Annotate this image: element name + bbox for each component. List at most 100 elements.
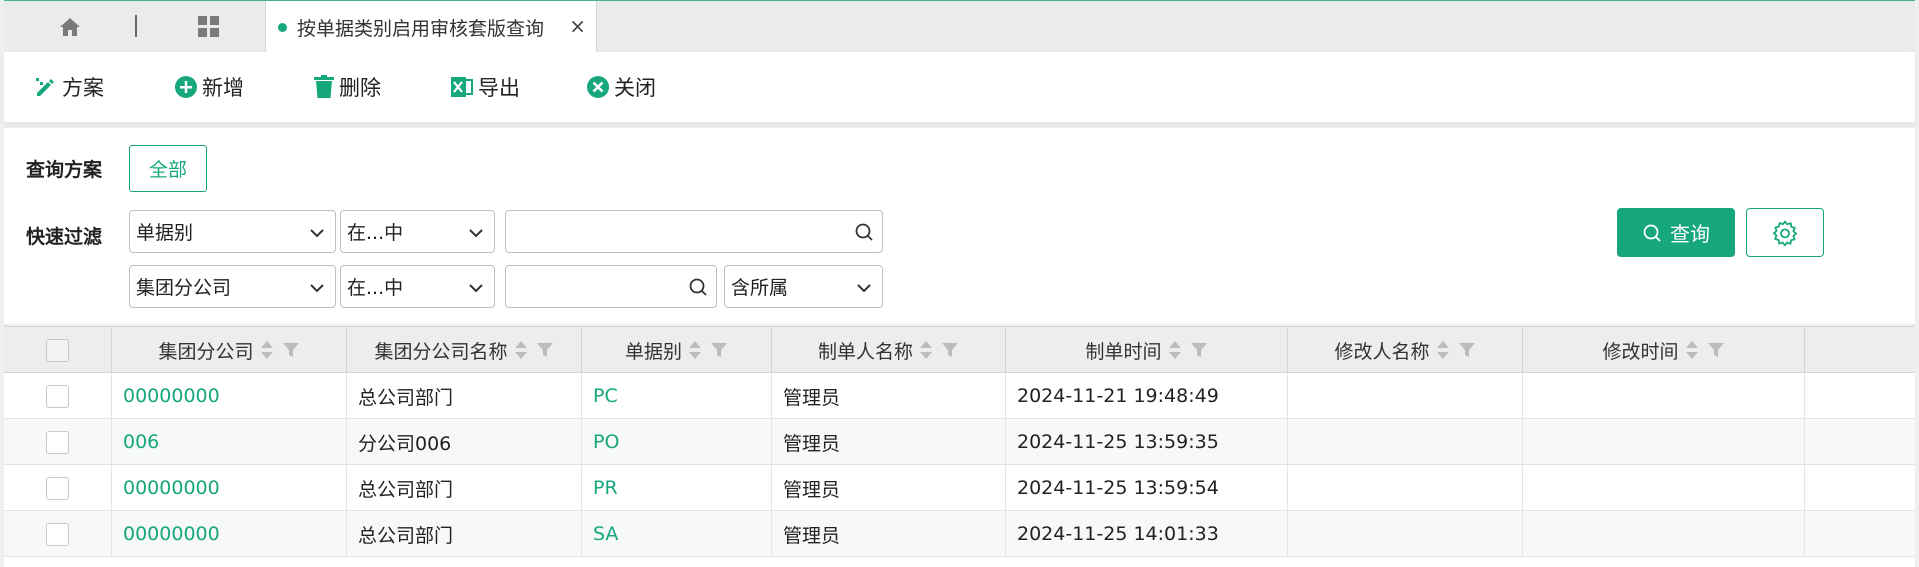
search-icon[interactable] xyxy=(854,222,874,242)
search-icon xyxy=(1643,224,1661,242)
filter-field-value-2: 集团分公司 xyxy=(136,277,232,299)
filter-icon[interactable] xyxy=(282,341,300,359)
grid-header: 集团分公司 集团分公司名称 单据别 制单人名称 制单时间 修改人名称 修改时间 xyxy=(4,326,1915,373)
column-header-label: 集团分公司 xyxy=(158,340,254,363)
delete-button[interactable]: 删除 xyxy=(313,70,381,104)
close-button-label: 关闭 xyxy=(614,76,656,100)
tab-apps[interactable] xyxy=(154,1,264,53)
chevron-down-icon xyxy=(310,284,324,293)
cell-doc-type[interactable]: SA xyxy=(582,511,772,557)
column-header-company[interactable]: 集团分公司 xyxy=(112,327,347,373)
close-button[interactable]: 关闭 xyxy=(586,70,656,104)
tab-close-icon[interactable]: × xyxy=(569,14,586,38)
toolbar: 方案 新增 删除 导出 关闭 xyxy=(4,52,1915,122)
column-header-label: 修改时间 xyxy=(1602,340,1679,363)
row-checkbox[interactable] xyxy=(46,522,69,546)
cell-created-time: 2024-11-25 13:59:54 xyxy=(1006,465,1288,511)
sort-icon[interactable] xyxy=(1685,339,1699,361)
export-button[interactable]: 导出 xyxy=(450,70,520,104)
filter-icon[interactable] xyxy=(1707,341,1725,359)
header-select-all[interactable] xyxy=(4,327,112,373)
query-button[interactable]: 查询 xyxy=(1617,208,1735,257)
filter-value-input-2[interactable] xyxy=(505,265,717,308)
row-checkbox-cell[interactable] xyxy=(4,511,112,557)
cell-modified-time xyxy=(1523,465,1805,511)
tab-title: 按单据类别启用审核套版查询 xyxy=(297,17,545,40)
column-header-company-name[interactable]: 集团分公司名称 xyxy=(347,327,582,373)
sort-icon[interactable] xyxy=(688,339,702,361)
sort-icon[interactable] xyxy=(1168,339,1182,361)
table-row[interactable]: 00000000 总公司部门 PC 管理员 2024-11-21 19:48:4… xyxy=(4,373,1915,419)
table-row[interactable]: 00000000 总公司部门 PR 管理员 2024-11-25 13:59:5… xyxy=(4,465,1915,511)
column-header-label: 制单时间 xyxy=(1085,340,1162,363)
table-row[interactable]: 00000000 总公司部门 SA 管理员 2024-11-25 14:01:3… xyxy=(4,511,1915,557)
cell-doc-type[interactable]: PO xyxy=(582,419,772,465)
filter-field-select-2[interactable]: 集团分公司 xyxy=(129,265,336,308)
cell-modified-time xyxy=(1523,373,1805,419)
query-button-label: 查询 xyxy=(1670,222,1710,246)
cell-company[interactable]: 00000000 xyxy=(112,465,347,511)
scheme-all-button[interactable]: 全部 xyxy=(129,145,207,192)
cell-company-name: 总公司部门 xyxy=(347,373,582,419)
sort-icon[interactable] xyxy=(260,339,274,361)
filter-icon[interactable] xyxy=(536,341,554,359)
cell-company[interactable]: 00000000 xyxy=(112,511,347,557)
cell-company[interactable]: 00000000 xyxy=(112,373,347,419)
cell-creator: 管理员 xyxy=(772,373,1006,419)
filter-op-select-1[interactable]: 在...中 xyxy=(340,210,495,253)
chevron-down-icon xyxy=(469,229,483,238)
scheme-edit-icon xyxy=(36,78,54,96)
cell-modified-time xyxy=(1523,511,1805,557)
sort-icon[interactable] xyxy=(1436,339,1450,361)
column-header-modified-time[interactable]: 修改时间 xyxy=(1523,327,1805,373)
cell-created-time: 2024-11-25 14:01:33 xyxy=(1006,511,1288,557)
row-checkbox[interactable] xyxy=(46,476,69,500)
column-header-modifier[interactable]: 修改人名称 xyxy=(1288,327,1523,373)
cell-modifier xyxy=(1288,373,1523,419)
app-window: 按单据类别启用审核套版查询 × 方案 新增 删除 导出 关闭 查询方案 全部 快… xyxy=(0,0,1919,567)
cell-doc-type[interactable]: PC xyxy=(582,373,772,419)
filter-icon[interactable] xyxy=(710,341,728,359)
row-checkbox-cell[interactable] xyxy=(4,373,112,419)
filter-value-input-1[interactable] xyxy=(505,210,883,253)
select-all-checkbox[interactable] xyxy=(46,338,69,362)
cell-created-time: 2024-11-21 19:48:49 xyxy=(1006,373,1288,419)
filter-scope-select[interactable]: 含所属 xyxy=(724,265,883,308)
filter-icon[interactable] xyxy=(1458,341,1476,359)
gear-icon xyxy=(1772,220,1798,246)
cell-company[interactable]: 006 xyxy=(112,419,347,465)
add-button[interactable]: 新增 xyxy=(174,70,244,104)
tab-home[interactable] xyxy=(8,1,132,53)
column-header-creator[interactable]: 制单人名称 xyxy=(772,327,1006,373)
filter-field-select-1[interactable]: 单据别 xyxy=(129,210,336,253)
row-checkbox-cell[interactable] xyxy=(4,465,112,511)
chevron-down-icon xyxy=(857,284,871,293)
cell-modifier xyxy=(1288,419,1523,465)
row-checkbox[interactable] xyxy=(46,430,69,454)
table-row[interactable]: 006 分公司006 PO 管理员 2024-11-25 13:59:35 xyxy=(4,419,1915,465)
cell-created-time: 2024-11-25 13:59:35 xyxy=(1006,419,1288,465)
delete-button-label: 删除 xyxy=(339,76,381,100)
trash-icon xyxy=(314,75,334,98)
filter-field-value-1: 单据别 xyxy=(136,222,194,244)
tab-divider xyxy=(135,15,137,37)
scheme-button[interactable]: 方案 xyxy=(34,70,104,104)
scheme-button-label: 方案 xyxy=(62,76,104,100)
cell-modifier xyxy=(1288,511,1523,557)
sort-icon[interactable] xyxy=(919,339,933,361)
column-header-created-time[interactable]: 制单时间 xyxy=(1006,327,1288,373)
settings-button[interactable] xyxy=(1746,208,1824,257)
tab-active-page[interactable]: 按单据类别启用审核套版查询 × xyxy=(265,1,597,53)
filter-op-select-2[interactable]: 在...中 xyxy=(340,265,495,308)
apps-grid-icon xyxy=(198,16,219,37)
export-button-label: 导出 xyxy=(478,76,520,100)
filter-icon[interactable] xyxy=(1190,341,1208,359)
row-checkbox[interactable] xyxy=(46,384,69,408)
column-header-doc-type[interactable]: 单据别 xyxy=(582,327,772,373)
search-icon[interactable] xyxy=(688,277,708,297)
row-checkbox-cell[interactable] xyxy=(4,419,112,465)
filter-icon[interactable] xyxy=(941,341,959,359)
sort-icon[interactable] xyxy=(514,339,528,361)
cell-doc-type[interactable]: PR xyxy=(582,465,772,511)
column-header-label: 集团分公司名称 xyxy=(374,340,508,363)
